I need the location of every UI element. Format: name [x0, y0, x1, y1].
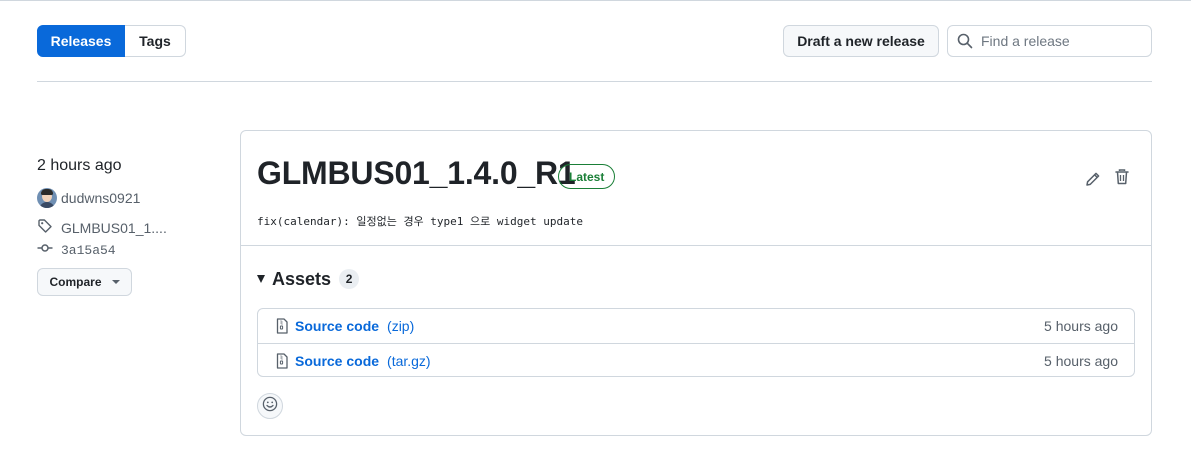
release-search[interactable]	[947, 25, 1152, 57]
asset-row: Source code (tar.gz) 5 hours ago	[258, 343, 1134, 377]
release-card: GLMBUS01_1.4.0_R1 Latest fix(calendar): …	[240, 130, 1152, 436]
asset-format[interactable]: (tar.gz)	[387, 353, 431, 369]
author-name[interactable]: dudwns0921	[61, 190, 140, 206]
avatar[interactable]	[37, 188, 57, 208]
release-commit[interactable]: 3a15a54	[37, 241, 116, 259]
asset-link[interactable]: Source code	[295, 353, 379, 369]
draft-release-button[interactable]: Draft a new release	[783, 25, 939, 57]
caret-down-icon	[257, 275, 265, 283]
assets-count: 2	[339, 269, 360, 289]
assets-list: Source code (zip) 5 hours ago Source cod…	[257, 308, 1135, 377]
asset-time: 5 hours ago	[1044, 318, 1118, 334]
compare-label: Compare	[49, 275, 102, 289]
file-zip-icon	[274, 318, 290, 334]
search-input[interactable]	[981, 33, 1141, 49]
tag-icon	[37, 218, 53, 239]
commit-icon	[37, 240, 53, 261]
commit-sha[interactable]: 3a15a54	[61, 243, 116, 258]
asset-time: 5 hours ago	[1044, 352, 1118, 369]
releases-tags-switch: Releases Tags	[37, 25, 186, 57]
add-reaction-button[interactable]	[257, 393, 283, 419]
tab-tags[interactable]: Tags	[125, 25, 186, 57]
asset-link[interactable]: Source code	[295, 318, 379, 334]
latest-badge: Latest	[558, 164, 616, 189]
chevron-down-icon	[111, 280, 120, 284]
release-notes: fix(calendar): 일정없는 경우 type1 으로 widget u…	[257, 215, 583, 228]
card-divider	[241, 245, 1151, 246]
asset-format[interactable]: (zip)	[387, 318, 414, 334]
tab-releases[interactable]: Releases	[37, 25, 125, 57]
compare-button[interactable]: Compare	[37, 268, 132, 296]
assets-toggle[interactable]: Assets 2	[257, 268, 360, 290]
asset-row: Source code (zip) 5 hours ago	[258, 309, 1134, 343]
assets-label: Assets	[272, 268, 332, 289]
release-title[interactable]: GLMBUS01_1.4.0_R1	[257, 155, 576, 192]
file-zip-icon	[274, 352, 290, 369]
search-icon	[957, 33, 973, 49]
header-divider	[37, 81, 1152, 82]
tag-name[interactable]: GLMBUS01_1....	[61, 220, 167, 236]
trash-icon[interactable]	[1113, 168, 1131, 186]
top-border	[0, 0, 1191, 1]
release-tag[interactable]: GLMBUS01_1....	[37, 218, 167, 239]
pencil-icon[interactable]	[1084, 170, 1102, 188]
release-author[interactable]: dudwns0921	[37, 188, 140, 208]
release-time: 2 hours ago	[37, 157, 122, 174]
smiley-icon	[262, 396, 278, 417]
